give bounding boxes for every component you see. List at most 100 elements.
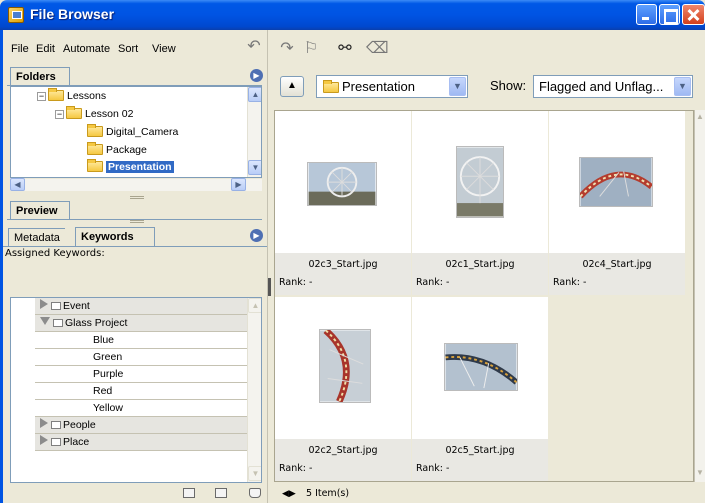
collapse-icon[interactable]: −: [55, 110, 64, 119]
tab-folders[interactable]: Folders: [10, 67, 70, 86]
tab-metadata[interactable]: Metadata: [8, 228, 65, 247]
scroll-down-icon[interactable]: ▼: [248, 160, 261, 175]
maximize-button[interactable]: [659, 4, 680, 25]
keywords-menu-arrow-icon[interactable]: ▶: [250, 229, 263, 242]
keyword-green[interactable]: Green: [35, 349, 254, 366]
keyword-yellow[interactable]: Yellow: [35, 400, 254, 417]
scroll-down-icon[interactable]: ▼: [696, 468, 704, 477]
thumbnail-rank: Rank: -: [416, 277, 450, 288]
keyword-category-event[interactable]: Event: [35, 298, 254, 315]
keyword-category-people[interactable]: People: [35, 417, 254, 434]
tree-item-presentation[interactable]: Presentation: [87, 159, 174, 175]
new-keyword-set-icon[interactable]: [183, 488, 195, 498]
minimize-button[interactable]: [636, 4, 657, 25]
window-title: File Browser: [30, 6, 115, 22]
thumbnail-rank: Rank: -: [279, 277, 313, 288]
close-button[interactable]: [682, 4, 705, 25]
menu-view[interactable]: View: [152, 43, 176, 55]
scroll-up-icon[interactable]: ▲: [248, 87, 261, 102]
tree-item-digital-camera[interactable]: Digital_Camera: [87, 124, 178, 140]
keyword-category-place[interactable]: Place: [35, 434, 254, 451]
folder-icon: [87, 142, 103, 155]
pane-splitter[interactable]: [130, 196, 144, 199]
tree-item-lessons[interactable]: − Lessons: [37, 88, 106, 104]
new-keyword-icon[interactable]: [215, 488, 227, 498]
rotate-left-icon[interactable]: ↶: [243, 36, 265, 58]
keywords-scrollbar[interactable]: ▲ ▼: [247, 298, 261, 482]
collapse-icon[interactable]: [40, 317, 50, 325]
keyword-purple[interactable]: Purple: [35, 366, 254, 383]
thumbnail-image: [319, 329, 371, 403]
keywords-tab-strip: [3, 246, 267, 247]
scroll-up-icon[interactable]: ▲: [696, 112, 704, 121]
thumbnail-caption: 02c2_Start.jpg Rank: -: [275, 439, 411, 481]
scroll-down-icon[interactable]: ▼: [248, 466, 261, 481]
scroll-left-icon[interactable]: ◀: [10, 178, 25, 191]
expand-icon[interactable]: [40, 435, 48, 445]
thumbnail-cell[interactable]: 02c4_Start.jpg Rank: -: [549, 111, 685, 295]
keyword-set-icon: [51, 421, 61, 429]
thumbnail-cell[interactable]: 02c3_Start.jpg Rank: -: [275, 111, 411, 295]
keyword-category-glass-project[interactable]: Glass Project: [35, 315, 254, 332]
tree-item-lesson-02[interactable]: − Lesson 02: [55, 106, 133, 122]
folder-tree-hscrollbar[interactable]: ◀ ▶: [10, 178, 262, 191]
expand-icon[interactable]: [40, 299, 48, 309]
divider-grip[interactable]: [268, 278, 271, 296]
thumbnail-image: [307, 162, 377, 206]
thumbnail-cell[interactable]: 02c1_Start.jpg Rank: -: [412, 111, 548, 295]
thumbnail-cell[interactable]: 02c5_Start.jpg Rank: -: [412, 297, 548, 481]
binoculars-icon[interactable]: ⚯: [334, 38, 356, 60]
thumbnail-area: [412, 111, 548, 253]
scroll-right-icon[interactable]: ▶: [231, 178, 246, 191]
collapse-icon[interactable]: −: [37, 92, 46, 101]
menu-automate[interactable]: Automate: [63, 43, 110, 55]
toggle-panels-icon[interactable]: ◀▶: [282, 488, 296, 499]
keyword-blue[interactable]: Blue: [35, 332, 254, 349]
rotate-right-icon[interactable]: ↷: [276, 38, 298, 60]
keyword-red[interactable]: Red: [35, 383, 254, 400]
thumbnails-scrollbar[interactable]: ▲ ▼: [694, 110, 705, 482]
thumbnail-filename: 02c2_Start.jpg: [308, 445, 378, 456]
scroll-up-icon[interactable]: ▲: [248, 298, 261, 313]
flag-icon[interactable]: ⚐: [300, 38, 322, 60]
app-icon: [8, 7, 24, 23]
location-dropdown[interactable]: Presentation ▼: [316, 75, 468, 98]
chevron-down-icon[interactable]: ▼: [674, 77, 691, 96]
thumbnail-filename: 02c5_Start.jpg: [445, 445, 515, 456]
folder-icon: [48, 88, 64, 101]
thumbnail-image: [444, 343, 518, 391]
thumbnail-cell[interactable]: 02c2_Start.jpg Rank: -: [275, 297, 411, 481]
thumbnail-area: [412, 297, 548, 439]
folder-tree-scrollbar[interactable]: ▲ ▼: [247, 87, 261, 177]
thumbnail-grid: 02c3_Start.jpg Rank: - 02c1_Start.jpg Ra…: [274, 110, 694, 482]
thumbnail-area: [275, 111, 411, 253]
folder-icon: [323, 80, 339, 93]
thumbnail-image: [579, 157, 653, 207]
trash-icon[interactable]: [249, 488, 261, 498]
menu-sort[interactable]: Sort: [118, 43, 138, 55]
tree-item-package[interactable]: Package: [87, 142, 147, 158]
thumbnail-area: [549, 111, 685, 253]
chevron-down-icon[interactable]: ▼: [449, 77, 466, 96]
menu-bar: File Edit Automate Sort View ↶: [3, 30, 267, 64]
expand-icon[interactable]: [40, 418, 48, 428]
tab-keywords[interactable]: Keywords: [75, 227, 155, 247]
panel-divider[interactable]: [267, 30, 273, 503]
folder-icon: [87, 124, 103, 137]
keyword-set-icon: [51, 438, 61, 446]
tab-preview[interactable]: Preview: [10, 201, 70, 220]
thumbnail-area: [275, 297, 411, 439]
menu-file[interactable]: File: [11, 43, 29, 55]
up-folder-button[interactable]: ▲: [280, 76, 304, 97]
pane-splitter[interactable]: [130, 220, 144, 223]
menu-edit[interactable]: Edit: [36, 43, 55, 55]
status-bar: ◀▶ 5 Item(s): [274, 484, 705, 503]
delete-icon[interactable]: ⌫: [366, 38, 389, 60]
thumbnail-rank: Rank: -: [279, 463, 313, 474]
thumbnail-caption: 02c3_Start.jpg Rank: -: [275, 253, 411, 295]
item-count: 5 Item(s): [306, 488, 350, 499]
show-label: Show:: [490, 78, 527, 93]
show-filter-dropdown[interactable]: Flagged and Unflag... ▼: [533, 75, 693, 98]
thumbnail-caption: 02c4_Start.jpg Rank: -: [549, 253, 685, 295]
folders-menu-arrow-icon[interactable]: ▶: [250, 69, 263, 82]
